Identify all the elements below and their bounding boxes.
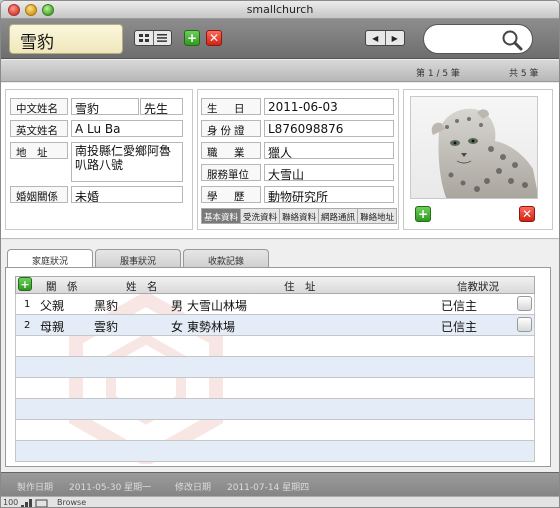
memo-icon[interactable]: [517, 296, 532, 311]
tab-online-contact[interactable]: 網路通訊: [319, 208, 359, 224]
tab-service[interactable]: 服事狀況: [95, 249, 181, 268]
occupation-label: 職 業: [201, 142, 261, 159]
record-position: 第 1 / 5 筆: [416, 69, 460, 79]
faith-cell[interactable]: 已信主: [441, 297, 477, 314]
english-name-field[interactable]: A Lu Ba: [71, 120, 183, 137]
table-row[interactable]: 1 父親 黑豹 男 大雪山林場 已信主: [15, 294, 535, 315]
record-nav: ◀ ▶: [365, 30, 405, 46]
gender-cell[interactable]: 女: [171, 318, 183, 335]
footer: 製作日期 2011-05-30 星期一 修改日期 2011-07-14 星期四: [1, 472, 559, 496]
delete-photo-button[interactable]: ✕: [519, 206, 535, 222]
tab-family[interactable]: 家庭狀況: [7, 249, 93, 268]
zoom-level[interactable]: 100: [3, 498, 18, 507]
address-cell[interactable]: 大雪山林場: [187, 297, 247, 314]
id-field[interactable]: L876098876: [264, 120, 394, 137]
name-cell[interactable]: 雲豹: [94, 318, 118, 335]
detail-section: 家庭狀況 服事狀況 收款記錄 + 關 係 姓 名 住 址 信教狀況 1 父親 黑…: [1, 240, 559, 472]
empty-row[interactable]: [15, 420, 535, 441]
app-window: smallchurch 雪豹 + ✕ ◀ ▶ 第 1 / 5 筆 共 5 筆 中…: [0, 0, 560, 508]
chinese-name-field[interactable]: 雪豹: [71, 98, 139, 115]
list-icon: [157, 34, 168, 42]
table-header: + 關 係 姓 名 住 址 信教狀況: [15, 276, 535, 294]
workplace-field[interactable]: 大雪山: [264, 164, 394, 181]
member-photo: [410, 96, 538, 199]
next-record-button[interactable]: ▶: [386, 31, 405, 45]
education-label: 學 歷: [201, 186, 261, 203]
delete-record-button[interactable]: ✕: [206, 30, 222, 46]
header-address: 住 址: [284, 281, 316, 293]
modified-label: 修改日期: [175, 483, 212, 493]
status-bar: 100 Browse: [1, 496, 559, 508]
add-photo-button[interactable]: +: [415, 206, 431, 222]
workplace-label: 服務單位: [201, 164, 261, 181]
empty-row[interactable]: [15, 357, 535, 378]
tab-contact-address[interactable]: 聯絡地址: [358, 208, 398, 224]
modified-date: 2011-07-14 星期四: [227, 483, 310, 493]
birthday-label: 生 日: [201, 98, 261, 115]
created-date: 2011-05-30 星期一: [69, 483, 152, 493]
name-display: 雪豹: [9, 24, 123, 54]
title-field[interactable]: 先生: [140, 98, 183, 115]
relation-cell[interactable]: 父親: [40, 297, 64, 314]
empty-row[interactable]: [15, 441, 535, 462]
header-relation: 關 係: [46, 281, 78, 293]
zoom-controls-icon[interactable]: [21, 499, 49, 508]
record-total: 共 5 筆: [509, 69, 539, 79]
list-view-button[interactable]: [154, 31, 172, 45]
id-label: 身份證: [201, 120, 261, 137]
search-field[interactable]: [423, 24, 533, 54]
add-family-member-button[interactable]: +: [18, 277, 32, 291]
empty-row[interactable]: [15, 336, 535, 357]
title-bar: smallchurch: [1, 1, 559, 19]
view-toggle: [134, 30, 172, 46]
address-field[interactable]: 南投縣仁愛鄉阿魯叭路八號: [71, 142, 183, 182]
tab-baptism-info[interactable]: 受洗資料: [241, 208, 281, 224]
birthday-field[interactable]: 2011-06-03: [264, 98, 394, 115]
table-row[interactable]: 2 母親 雲豹 女 東勢林場 已信主: [15, 315, 535, 336]
education-field[interactable]: 動物研究所: [264, 186, 394, 203]
faith-cell[interactable]: 已信主: [441, 318, 477, 335]
empty-row[interactable]: [15, 378, 535, 399]
row-number: 1: [24, 299, 31, 310]
address-label: 地 址: [10, 142, 68, 159]
address-cell[interactable]: 東勢林場: [187, 318, 235, 335]
marital-label: 婚姻關係: [10, 186, 68, 203]
window-title: smallchurch: [246, 3, 314, 16]
english-name-label: 英文姓名: [10, 120, 68, 137]
family-table-panel: + 關 係 姓 名 住 址 信教狀況 1 父親 黑豹 男 大雪山林場 已信主 2: [5, 267, 551, 467]
snow-leopard-image: [431, 108, 537, 198]
detail-tabs: 家庭狀況 服事狀況 收款記錄: [7, 249, 271, 268]
gender-cell[interactable]: 男: [171, 297, 183, 314]
row-number: 2: [24, 320, 31, 331]
header-faith: 信教狀況: [457, 281, 499, 293]
tab-basic-info[interactable]: 基本資料: [201, 208, 242, 224]
record-bar: 第 1 / 5 筆 共 5 筆: [1, 60, 559, 82]
occupation-field[interactable]: 獵人: [264, 142, 394, 159]
relation-cell[interactable]: 母親: [40, 318, 64, 335]
grid-view-button[interactable]: [135, 31, 154, 45]
toolbar: 雪豹 + ✕ ◀ ▶: [1, 19, 559, 59]
marital-field[interactable]: 未婚: [71, 186, 183, 203]
mode-indicator: Browse: [57, 498, 87, 507]
chinese-name-label: 中文姓名: [10, 98, 68, 115]
memo-icon[interactable]: [517, 317, 532, 332]
prev-record-button[interactable]: ◀: [366, 31, 386, 45]
tab-payments[interactable]: 收款記錄: [183, 249, 269, 268]
empty-row[interactable]: [15, 399, 535, 420]
add-record-button[interactable]: +: [184, 30, 200, 46]
header-name: 姓 名: [126, 281, 158, 293]
grid-icon: [138, 34, 149, 42]
created-label: 製作日期: [17, 483, 54, 493]
magnifier-icon[interactable]: [501, 29, 523, 51]
tab-contact-info[interactable]: 聯絡資料: [280, 208, 320, 224]
form-tabs: 基本資料 受洗資料 聯絡資料 網路通訊 聯絡地址: [201, 208, 398, 224]
name-cell[interactable]: 黑豹: [94, 297, 118, 314]
